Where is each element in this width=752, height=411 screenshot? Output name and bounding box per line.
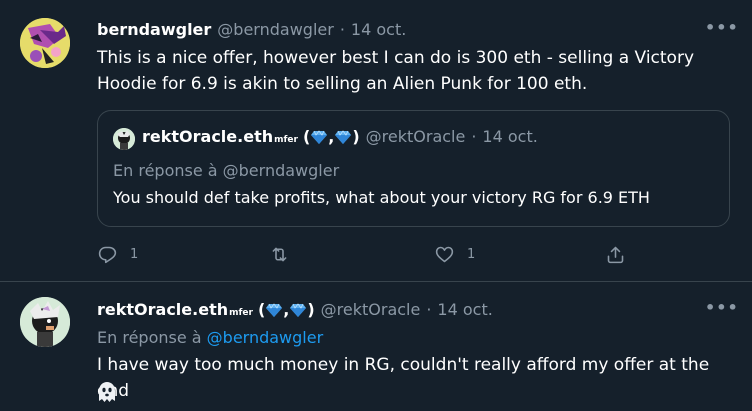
separator-dot: · [339,20,345,39]
more-options-icon[interactable]: ••• [705,18,739,37]
more-options-icon[interactable]: ••• [705,298,739,317]
gem-emoji-icon [311,129,328,144]
tweet-header: rektOracle.eth mfer ( , ) @rektOracle · … [97,300,493,319]
share-icon [607,246,624,264]
paren-sep: , [328,127,335,146]
paren-open: ( [257,300,266,319]
paren-close: ) [352,127,360,146]
tweet-text: This is a nice offer, however best I can… [97,48,695,94]
author-name-superscript: mfer [229,308,253,318]
author-name[interactable]: berndawgler [97,20,211,39]
reply-count: 1 [130,247,139,262]
author-name[interactable]: rektOracle.eth [97,300,228,319]
reply-prefix: En réponse à [97,328,202,347]
quoted-avatar [113,128,135,150]
reply-icon [98,246,117,264]
tweet-date[interactable]: 14 oct. [351,20,406,39]
tweet-berndawgler[interactable]: berndawgler @berndawgler · 14 oct. ••• T… [0,0,752,281]
author-handle[interactable]: @rektOracle [321,300,421,319]
retweet-icon [272,247,287,262]
like-button[interactable]: 1 [434,244,475,265]
reply-mention-link[interactable]: @berndawgler [207,328,324,347]
separator-dot: · [426,300,432,319]
author-handle[interactable]: @berndawgler [217,20,334,39]
tweet-date[interactable]: 14 oct. [437,300,492,319]
retweet-button[interactable] [269,244,302,265]
share-button[interactable] [605,244,626,265]
gem-emoji-icon [266,302,283,317]
reply-button[interactable]: 1 [97,244,138,265]
tweet-actions: 1 1 [97,244,637,270]
quoted-name-superscript: mfer [274,135,298,145]
quoted-tweet[interactable]: rektOracle.eth mfer ( , ) @rektOracle · … [97,110,730,227]
quoted-date: 14 oct. [482,127,538,146]
quoted-author-name: rektOracle.eth [142,127,274,146]
separator-dot: · [471,127,477,146]
quoted-reply-context: En réponse à @berndawgler [113,161,340,180]
avatar[interactable] [20,297,70,347]
ghost-emoji-icon [99,382,115,402]
paren-open: ( [302,127,311,146]
gem-emoji-icon [290,302,307,317]
heart-icon [435,246,454,263]
reply-context: En réponse à @berndawgler [97,328,323,347]
tweet-header: berndawgler @berndawgler · 14 oct. [97,20,406,39]
paren-close: ) [307,300,315,319]
gem-emoji-icon [335,129,352,144]
tweet-text: I have way too much money in RG, couldn'… [97,355,710,401]
quoted-author-handle: @rektOracle [365,127,466,146]
like-count: 1 [467,247,476,262]
avatar[interactable] [20,18,70,68]
quoted-text: You should def take profits, what about … [113,188,650,207]
quoted-name-emoji-group: ( , ) [303,127,360,146]
paren-sep: , [283,300,290,319]
quoted-header: rektOracle.eth mfer ( , ) @rektOracle · … [142,127,538,146]
author-name-emoji-group: ( , ) [258,300,315,319]
